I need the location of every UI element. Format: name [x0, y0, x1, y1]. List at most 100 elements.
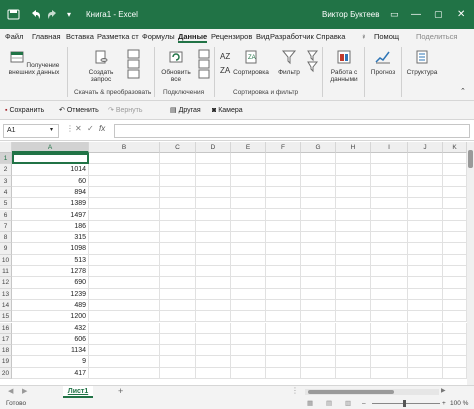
close-icon[interactable]: ✕: [457, 0, 465, 29]
table-cell[interactable]: [301, 198, 336, 210]
table-cell[interactable]: [89, 254, 160, 266]
user-name[interactable]: Виктор Буктеев: [322, 0, 379, 29]
table-cell[interactable]: [336, 254, 371, 266]
row-header[interactable]: 20: [0, 367, 12, 379]
table-cell[interactable]: [160, 356, 196, 368]
table-cell[interactable]: [336, 266, 371, 278]
column-header-i[interactable]: I: [371, 142, 408, 153]
table-cell[interactable]: [371, 299, 408, 312]
table-cell[interactable]: [160, 367, 196, 379]
table-cell[interactable]: [336, 232, 371, 244]
table-cell[interactable]: [408, 356, 443, 368]
table-cell[interactable]: [266, 367, 301, 379]
row-header[interactable]: 18: [0, 345, 12, 357]
table-cell[interactable]: [231, 311, 266, 323]
new-query-button[interactable]: Создать запрос: [81, 49, 121, 83]
lightbulb-icon[interactable]: ♀: [361, 30, 367, 43]
table-cell[interactable]: [443, 311, 467, 323]
table-cell[interactable]: 1497: [12, 209, 89, 221]
table-cell[interactable]: [301, 356, 336, 368]
table-cell[interactable]: [408, 220, 443, 233]
table-cell[interactable]: [408, 311, 443, 323]
table-cell[interactable]: [89, 186, 160, 199]
table-cell[interactable]: [371, 367, 408, 379]
insert-function-icon[interactable]: fx: [99, 124, 105, 133]
row-header[interactable]: 2: [0, 164, 12, 176]
table-cell[interactable]: [196, 356, 231, 368]
table-cell[interactable]: [408, 153, 443, 165]
table-cell[interactable]: [160, 345, 196, 357]
table-cell[interactable]: [408, 232, 443, 244]
table-cell[interactable]: 1014: [12, 164, 89, 176]
table-cell[interactable]: [196, 311, 231, 323]
next-sheet-icon[interactable]: ▶: [22, 387, 27, 395]
minimize-icon[interactable]: —: [411, 0, 421, 29]
table-cell[interactable]: [371, 198, 408, 210]
table-cell[interactable]: [266, 356, 301, 368]
table-cell[interactable]: [160, 243, 196, 255]
worksheet-grid[interactable]: A B C D E F G H I J K 1 2 1014 3 60 4 894 5 1389 6 1497 7 186 8 3…: [0, 142, 467, 385]
table-cell[interactable]: [266, 220, 301, 233]
table-cell[interactable]: [89, 277, 160, 289]
formula-bar-more-icon[interactable]: ⋮: [66, 124, 74, 133]
share-button[interactable]: Поделиться: [416, 30, 457, 43]
table-cell[interactable]: [89, 288, 160, 300]
horizontal-scrollbar[interactable]: [305, 389, 439, 395]
table-cell[interactable]: [443, 299, 467, 312]
table-cell[interactable]: [301, 153, 336, 165]
table-cell[interactable]: [408, 175, 443, 187]
table-cell[interactable]: [301, 288, 336, 300]
connections-icons[interactable]: [197, 49, 211, 83]
redo-icon[interactable]: [46, 8, 59, 21]
table-cell[interactable]: 9: [12, 356, 89, 368]
column-header-g[interactable]: G: [301, 142, 336, 153]
table-cell[interactable]: [196, 153, 231, 165]
table-cell[interactable]: [408, 198, 443, 210]
table-cell[interactable]: [301, 254, 336, 266]
row-header[interactable]: 11: [0, 266, 12, 278]
table-cell[interactable]: [336, 345, 371, 357]
column-header-d[interactable]: D: [196, 142, 231, 153]
table-cell[interactable]: [196, 254, 231, 266]
row-header[interactable]: 7: [0, 220, 12, 233]
table-cell[interactable]: [443, 186, 467, 199]
page-layout-view-icon[interactable]: ▤: [326, 398, 332, 409]
table-cell[interactable]: [336, 198, 371, 210]
table-cell[interactable]: [196, 164, 231, 176]
table-cell[interactable]: [231, 299, 266, 312]
table-cell[interactable]: [89, 345, 160, 357]
table-cell[interactable]: [371, 288, 408, 300]
tell-me-input[interactable]: Помощ: [374, 30, 399, 43]
table-cell[interactable]: [231, 164, 266, 176]
table-cell[interactable]: [160, 220, 196, 233]
table-cell[interactable]: [443, 254, 467, 266]
table-cell[interactable]: [231, 175, 266, 187]
query-tools-icons[interactable]: [126, 49, 142, 83]
table-cell[interactable]: [89, 266, 160, 278]
table-cell[interactable]: [231, 333, 266, 346]
row-header[interactable]: 14: [0, 299, 12, 312]
table-cell[interactable]: [301, 232, 336, 244]
table-cell[interactable]: [443, 333, 467, 346]
table-cell[interactable]: 417: [12, 367, 89, 379]
tab-home[interactable]: Главная: [32, 30, 61, 43]
table-cell[interactable]: [196, 232, 231, 244]
add-sheet-button[interactable]: +: [118, 386, 123, 396]
table-cell[interactable]: [89, 322, 160, 334]
refresh-all-button[interactable]: Обновить все: [158, 49, 194, 83]
column-header-c[interactable]: C: [160, 142, 196, 153]
table-cell[interactable]: [443, 266, 467, 278]
table-cell[interactable]: [371, 220, 408, 233]
redo-button[interactable]: ↷ Вернуть: [108, 105, 143, 116]
table-cell[interactable]: [443, 153, 467, 165]
table-cell[interactable]: [301, 367, 336, 379]
zoom-slider-thumb[interactable]: [403, 400, 406, 407]
table-cell[interactable]: 1389: [12, 198, 89, 210]
table-cell[interactable]: [266, 333, 301, 346]
table-cell[interactable]: [89, 243, 160, 255]
table-cell[interactable]: [231, 243, 266, 255]
table-cell[interactable]: 1098: [12, 243, 89, 255]
ribbon-display-icon[interactable]: ▭: [390, 0, 399, 29]
table-cell[interactable]: [266, 345, 301, 357]
table-cell[interactable]: [336, 243, 371, 255]
